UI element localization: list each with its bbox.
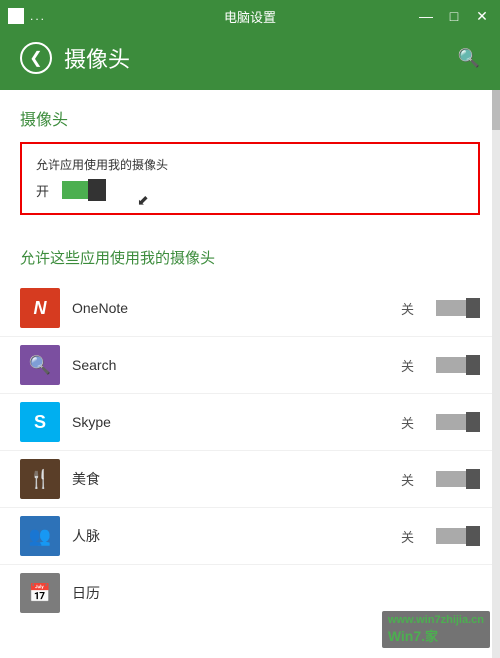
main-content: 摄像头 允许应用使用我的摄像头 开 ← ⬋ 允许这些应用使用我的摄像头 N On… xyxy=(0,90,500,658)
camera-section: 摄像头 允许应用使用我的摄像头 开 ← ⬋ xyxy=(0,90,500,239)
window-controls: — □ ✕ xyxy=(416,6,492,26)
toggle-row: 开 xyxy=(36,179,464,201)
title-bar: ... 电脑设置 — □ ✕ xyxy=(0,0,500,32)
app-status: 关 xyxy=(401,470,414,489)
window-title: 电脑设置 xyxy=(224,7,276,26)
back-icon: ❮ xyxy=(29,48,42,68)
app-name: 日历 xyxy=(72,583,480,603)
windows-icon xyxy=(8,8,24,24)
toggle-track xyxy=(436,414,468,430)
title-bar-dots: ... xyxy=(30,9,46,23)
camera-toggle[interactable] xyxy=(62,179,116,201)
toggle-label: 允许应用使用我的摄像头 xyxy=(36,156,464,173)
list-item: 👥 人脉 关 xyxy=(0,508,500,565)
list-item: N OneNote 关 xyxy=(0,280,500,337)
food-toggle[interactable] xyxy=(436,469,480,489)
search-icon[interactable]: 🔍 xyxy=(458,48,480,69)
search-app-icon: 🔍 xyxy=(20,345,60,385)
toggle-thumb xyxy=(466,412,480,432)
list-item: S Skype 关 xyxy=(0,394,500,451)
main-toggle-card: 允许应用使用我的摄像头 开 ← ⬋ xyxy=(20,142,480,215)
toggle-thumb xyxy=(466,298,480,318)
minimize-button[interactable]: — xyxy=(416,6,436,26)
toggle-thumb xyxy=(88,179,106,201)
app-name: OneNote xyxy=(72,300,389,316)
toggle-thumb xyxy=(466,469,480,489)
app-list: N OneNote 关 🔍 Search 关 S Skype 关 xyxy=(0,280,500,621)
app-name: Skype xyxy=(72,414,389,430)
onenote-icon: N xyxy=(20,288,60,328)
apps-section: 允许这些应用使用我的摄像头 xyxy=(0,239,500,280)
back-button[interactable]: ❮ xyxy=(20,42,52,74)
skype-toggle[interactable] xyxy=(436,412,480,432)
watermark-suffix: 家 xyxy=(425,629,438,644)
app-name: 美食 xyxy=(72,469,389,489)
app-name: Search xyxy=(72,357,389,373)
restore-button[interactable]: □ xyxy=(444,6,464,26)
toggle-track xyxy=(436,300,468,316)
food-icon: 🍴 xyxy=(20,459,60,499)
toggle-state-label: 开 xyxy=(36,181,52,200)
camera-section-title: 摄像头 xyxy=(20,106,480,130)
scrollbar-track[interactable] xyxy=(492,90,500,658)
toggle-track xyxy=(436,357,468,373)
toggle-thumb xyxy=(466,526,480,546)
app-status: 关 xyxy=(401,413,414,432)
contacts-icon: 👥 xyxy=(20,516,60,556)
app-status: 关 xyxy=(401,527,414,546)
toggle-thumb xyxy=(466,355,480,375)
scrollbar-thumb[interactable] xyxy=(492,90,500,130)
list-item: 🍴 美食 关 xyxy=(0,451,500,508)
list-item: 📅 日历 xyxy=(0,565,500,621)
apps-section-title: 允许这些应用使用我的摄像头 xyxy=(20,247,480,268)
close-button[interactable]: ✕ xyxy=(472,6,492,26)
diary-icon: 📅 xyxy=(20,573,60,613)
toggle-track xyxy=(436,471,468,487)
onenote-toggle[interactable] xyxy=(436,298,480,318)
skype-icon: S xyxy=(20,402,60,442)
search-toggle[interactable] xyxy=(436,355,480,375)
contacts-toggle[interactable] xyxy=(436,526,480,546)
app-status: 关 xyxy=(401,299,414,318)
app-name: 人脉 xyxy=(72,526,389,546)
list-item: 🔍 Search 关 xyxy=(0,337,500,394)
watermark-brand: Win7. xyxy=(388,628,425,644)
title-bar-left: ... xyxy=(8,8,46,24)
page-header: ❮ 摄像头 🔍 xyxy=(0,32,500,90)
app-status: 关 xyxy=(401,356,414,375)
toggle-track xyxy=(436,528,468,544)
page-title: 摄像头 xyxy=(64,42,446,74)
